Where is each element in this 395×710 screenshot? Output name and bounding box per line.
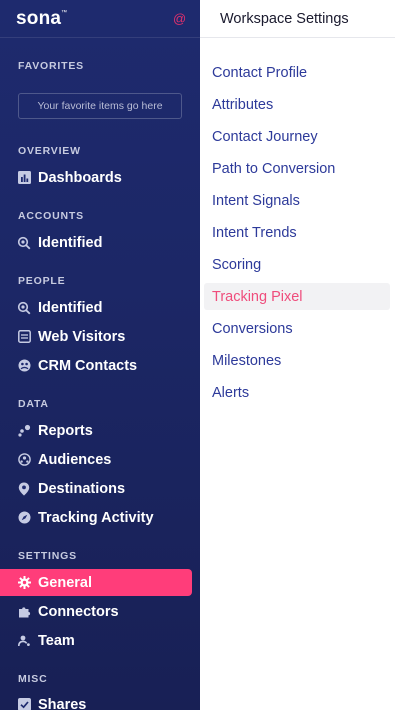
section-overview: OVERVIEW (18, 145, 81, 157)
section-people: PEOPLE (18, 275, 66, 287)
workspace-settings-panel: Workspace Settings Contact Profile Attri… (200, 0, 395, 710)
nav-people-identified[interactable]: Identified (0, 294, 192, 321)
nav-people-identified-label: Identified (38, 299, 103, 316)
sona-logo[interactable]: sona™ (16, 8, 67, 30)
nav-dashboards[interactable]: Dashboards (0, 164, 192, 191)
nav-connectors-label: Connectors (38, 603, 119, 620)
nav-accounts-identified-label: Identified (38, 234, 103, 251)
nav-web-visitors-label: Web Visitors (38, 328, 126, 345)
nav-web-visitors[interactable]: Web Visitors (0, 323, 192, 350)
puzzle-icon (17, 605, 31, 619)
nav-general[interactable]: General (0, 569, 192, 596)
map-pin-icon (17, 482, 31, 496)
nav-crm-contacts-label: CRM Contacts (38, 357, 138, 374)
settings-link-alerts[interactable]: Alerts (204, 379, 390, 406)
sidebar: sona™ @ FAVORITES Your favorite items go… (0, 0, 200, 710)
settings-link-attributes[interactable]: Attributes (204, 91, 390, 118)
nav-tracking-activity-label: Tracking Activity (38, 509, 154, 526)
nav-reports-label: Reports (38, 422, 93, 439)
section-misc: MISC (18, 673, 48, 685)
section-data: DATA (18, 398, 49, 410)
nav-destinations[interactable]: Destinations (0, 475, 192, 502)
settings-link-scoring[interactable]: Scoring (204, 251, 390, 278)
nav-crm-contacts[interactable]: CRM Contacts (0, 352, 192, 379)
nav-connectors[interactable]: Connectors (0, 598, 192, 625)
nav-audiences-label: Audiences (38, 451, 112, 468)
favorites-placeholder: Your favorite items go here (18, 93, 182, 119)
section-accounts: ACCOUNTS (18, 210, 84, 222)
nav-tracking-activity[interactable]: Tracking Activity (0, 504, 192, 531)
settings-link-tracking-pixel[interactable]: Tracking Pixel (204, 283, 390, 310)
nav-audiences[interactable]: Audiences (0, 446, 192, 473)
browser-icon (17, 330, 31, 344)
settings-link-contact-journey[interactable]: Contact Journey (204, 123, 390, 150)
nav-shares[interactable]: Shares (0, 691, 192, 710)
nav-reports[interactable]: Reports (0, 417, 192, 444)
section-favorites: FAVORITES (18, 60, 84, 72)
team-icon (17, 634, 31, 648)
contacts-icon (17, 359, 31, 373)
nav-shares-label: Shares (38, 696, 87, 710)
panel-title: Workspace Settings (200, 0, 395, 38)
section-settings: SETTINGS (18, 550, 77, 562)
audience-icon (17, 453, 31, 467)
nav-team[interactable]: Team (0, 627, 192, 654)
settings-link-milestones[interactable]: Milestones (204, 347, 390, 374)
search-icon (17, 236, 31, 250)
gear-icon (17, 576, 31, 590)
search-icon (17, 301, 31, 315)
settings-link-path-to-conversion[interactable]: Path to Conversion (204, 155, 390, 182)
nav-destinations-label: Destinations (38, 480, 126, 497)
bar-chart-icon (17, 171, 31, 185)
nav-general-label: General (38, 574, 92, 591)
compass-icon (17, 511, 31, 525)
at-icon[interactable]: @ (173, 11, 186, 26)
nav-dashboards-label: Dashboards (38, 169, 122, 186)
nav-accounts-identified[interactable]: Identified (0, 229, 192, 256)
settings-link-conversions[interactable]: Conversions (204, 315, 390, 342)
settings-link-contact-profile[interactable]: Contact Profile (204, 59, 390, 86)
settings-link-intent-trends[interactable]: Intent Trends (204, 219, 390, 246)
brand-bar: sona™ @ (0, 0, 200, 38)
scatter-icon (17, 424, 31, 438)
check-square-icon (17, 698, 31, 710)
nav-team-label: Team (38, 632, 75, 649)
settings-link-intent-signals[interactable]: Intent Signals (204, 187, 390, 214)
